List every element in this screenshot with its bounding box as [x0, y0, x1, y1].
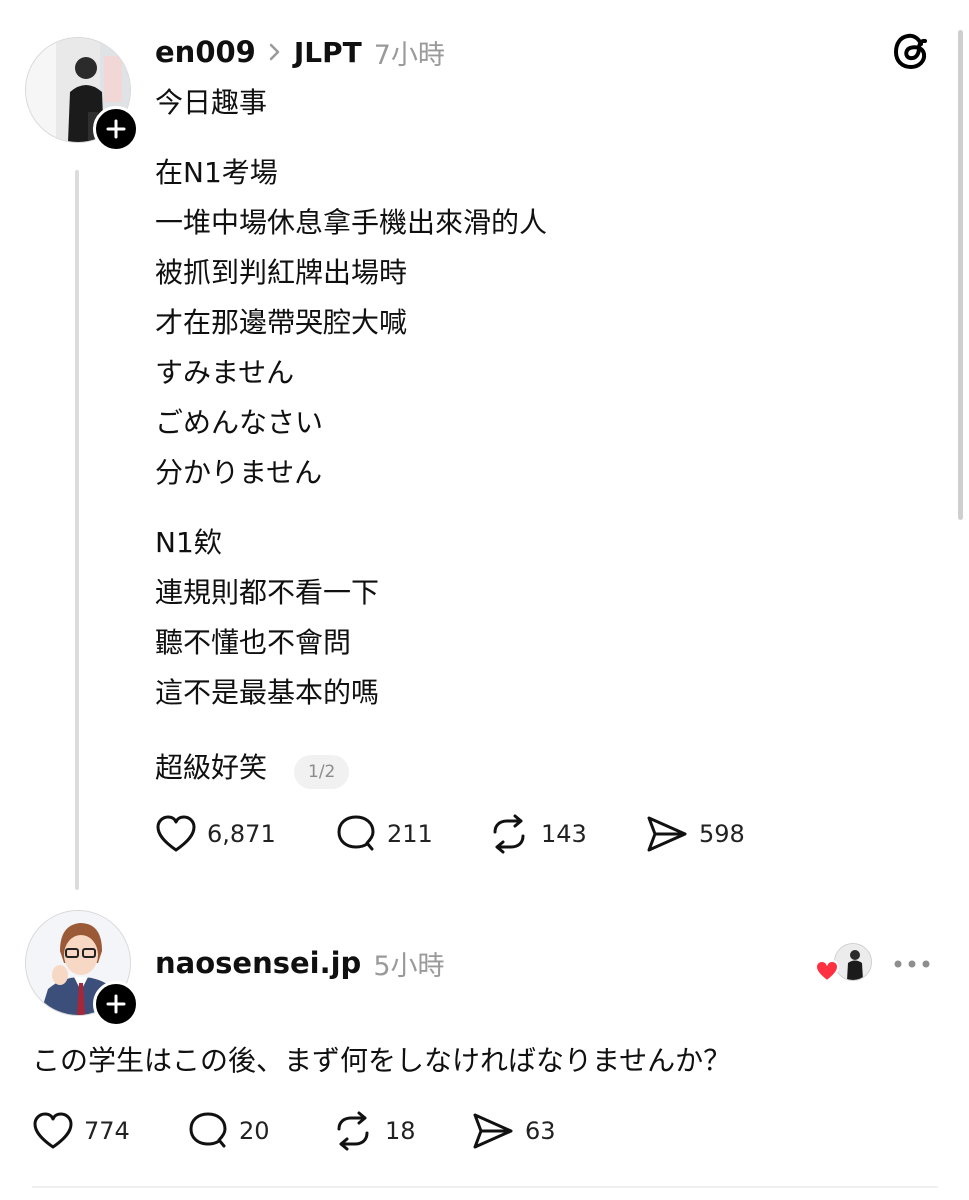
repost-button[interactable]: 143 — [487, 814, 587, 854]
post-line: 才在那邊帶哭腔大喊 — [155, 306, 408, 339]
follow-author-button[interactable] — [93, 106, 139, 152]
reply-like-button[interactable]: 774 — [32, 1111, 130, 1151]
reply-share-count: 63 — [525, 1117, 556, 1145]
post-line: 分かりません — [155, 456, 323, 489]
comment-icon — [189, 1112, 227, 1148]
reply-share-button[interactable]: 63 — [471, 1111, 556, 1151]
post-line: 超級好笑 — [155, 751, 268, 784]
reply-repost-button[interactable]: 18 — [331, 1111, 416, 1151]
post-line: 連規則都不看一下 — [155, 576, 380, 609]
reply-comment-button[interactable]: 20 — [187, 1111, 270, 1151]
page-indicator[interactable]: 1/2 — [294, 755, 350, 789]
divider — [32, 1186, 938, 1188]
more-icon[interactable] — [892, 954, 932, 974]
reply-like-count: 774 — [84, 1117, 130, 1145]
heart-icon — [814, 959, 840, 983]
post-time: 7小時 — [373, 39, 445, 71]
heart-icon — [156, 815, 196, 852]
post-header: en009 JLPT 7小時 — [155, 30, 445, 74]
post-line: 被抓到判紅牌出場時 — [155, 256, 408, 289]
repost-icon — [337, 1111, 369, 1151]
like-count: 6,871 — [207, 820, 276, 848]
topic-tag[interactable]: JLPT — [294, 36, 362, 69]
repost-icon — [493, 814, 525, 854]
post-line: 一堆中場休息拿手機出來滑的人 — [155, 206, 548, 239]
post-line: 在N1考場 — [155, 156, 278, 189]
post-line: 這不是最基本的嗎 — [155, 676, 380, 709]
reply-time: 5小時 — [373, 950, 445, 982]
reply-text: この学生はこの後、まず何をしなければなりませんか？ — [32, 1044, 732, 1077]
comment-count: 211 — [387, 820, 433, 848]
repost-count: 143 — [541, 820, 587, 848]
reply-repost-count: 18 — [385, 1117, 416, 1145]
send-icon — [473, 1113, 513, 1149]
post-line: ごめんなさい — [155, 406, 324, 439]
plus-icon — [106, 119, 126, 139]
heart-icon — [33, 1112, 73, 1149]
like-button[interactable]: 6,871 — [155, 814, 276, 854]
comment-icon — [337, 815, 375, 851]
plus-icon — [106, 994, 126, 1014]
post-line: 今日趣事 — [155, 86, 268, 119]
post-line: N1欸 — [155, 526, 222, 559]
post-line: 聽不懂也不會問 — [155, 626, 352, 659]
thread-line — [75, 170, 79, 890]
reply-header: naosensei.jp 5小時 — [155, 941, 445, 985]
follow-reply-author-button[interactable] — [93, 981, 139, 1027]
scrollbar[interactable] — [958, 30, 963, 520]
send-icon — [647, 816, 687, 852]
comment-button[interactable]: 211 — [335, 814, 433, 854]
share-button[interactable]: 598 — [645, 814, 745, 854]
liked-by-author[interactable] — [812, 941, 872, 985]
share-count: 598 — [699, 820, 745, 848]
author-username[interactable]: en009 — [155, 35, 256, 69]
reply-author-username[interactable]: naosensei.jp — [155, 946, 361, 980]
reply-comment-count: 20 — [239, 1117, 270, 1145]
post-line: すみません — [155, 356, 295, 389]
threads-logo-icon[interactable] — [891, 30, 931, 72]
chevron-right-icon — [269, 43, 280, 61]
